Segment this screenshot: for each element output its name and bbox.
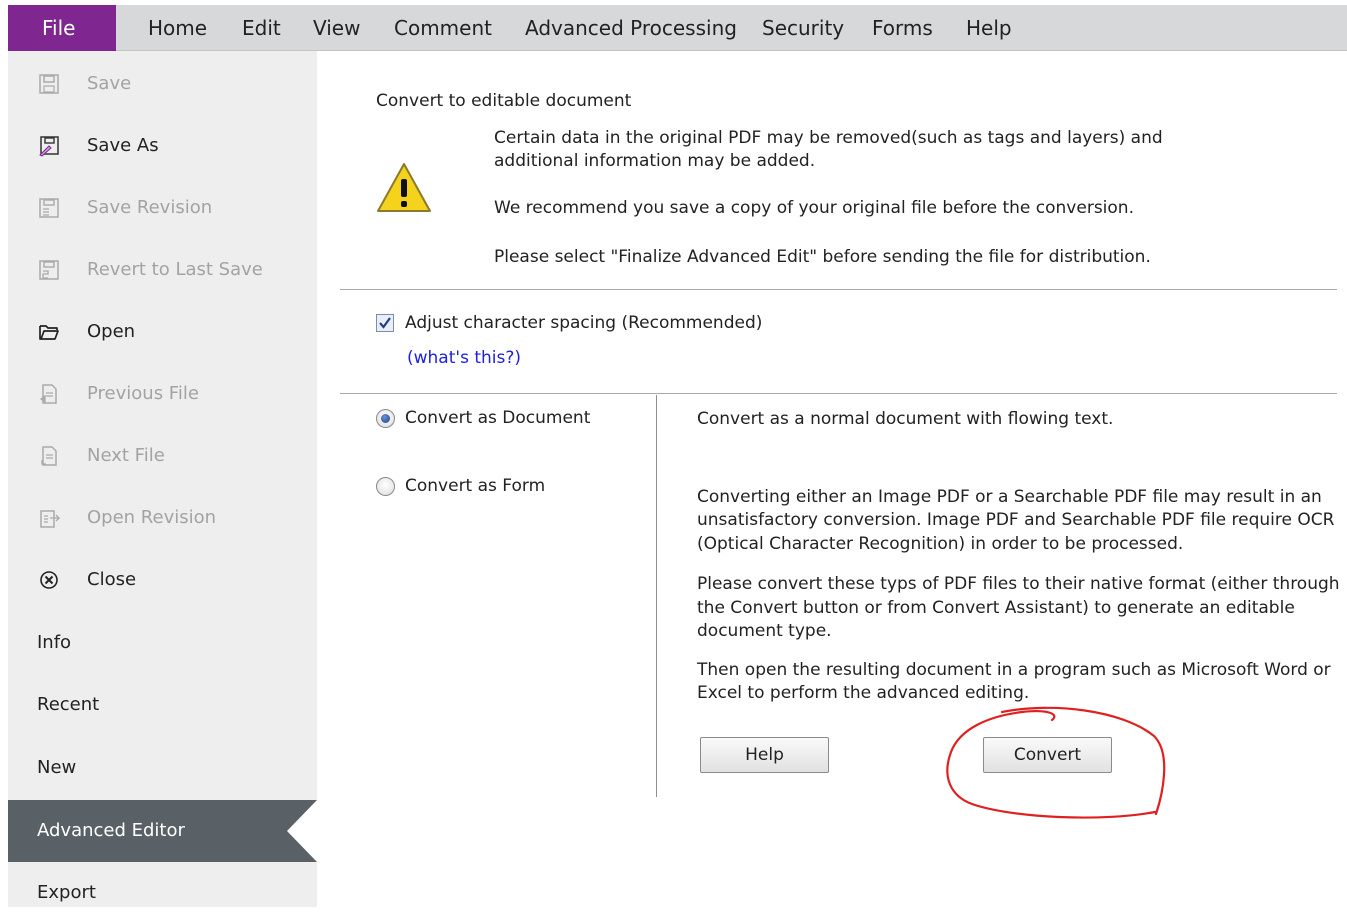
whats-this-link[interactable]: (what's this?)	[407, 348, 521, 368]
sidebar-item-next-file[interactable]: Next File	[8, 425, 317, 487]
adjust-spacing-checkbox[interactable]	[376, 314, 394, 332]
description-p1: Convert as a normal document with flowin…	[697, 409, 1114, 429]
active-indicator	[287, 800, 317, 862]
menu-forms[interactable]: Forms	[872, 5, 933, 51]
menu-view[interactable]: View	[313, 5, 360, 51]
sidebar-item-new[interactable]: New	[8, 737, 317, 799]
sidebar-item-label: Save As	[87, 135, 159, 156]
description-p4-line1: Then open the resulting document in a pr…	[697, 660, 1331, 680]
warning-icon	[377, 163, 431, 212]
menu-home[interactable]: Home	[148, 5, 207, 51]
description-p3-line3: document type.	[697, 621, 832, 641]
description-p3-line1: Please convert these typs of PDF files t…	[697, 574, 1340, 594]
description-p2-line1: Converting either an Image PDF or a Sear…	[697, 487, 1322, 507]
sidebar-item-close[interactable]: Close	[8, 549, 317, 611]
warning-line-4: Please select "Finalize Advanced Edit" b…	[494, 247, 1151, 267]
menu-bar: File Home Edit View Comment Advanced Pro…	[8, 5, 1347, 51]
sidebar-item-open-revision[interactable]: Open Revision	[8, 487, 317, 549]
convert-as-document-radio[interactable]	[376, 409, 395, 428]
save-icon	[39, 74, 59, 94]
sidebar-item-info[interactable]: Info	[8, 612, 317, 674]
sidebar-item-label: Close	[87, 569, 137, 590]
backstage-sidebar: Save Save As Save Revision Revert to Las…	[8, 51, 317, 907]
description-p2-line2: unsatisfactory conversion. Image PDF and…	[697, 510, 1335, 530]
sidebar-item-revert[interactable]: Revert to Last Save	[8, 239, 317, 301]
warning-line-1: Certain data in the original PDF may be …	[494, 128, 1163, 148]
help-button[interactable]: Help	[700, 737, 829, 773]
sidebar-item-save[interactable]: Save	[8, 53, 317, 115]
sidebar-item-label: Save	[87, 73, 132, 94]
sidebar-item-label: Revert to Last Save	[87, 259, 263, 280]
menu-security[interactable]: Security	[762, 5, 844, 51]
sidebar-item-advanced-editor[interactable]: Advanced Editor	[8, 800, 317, 862]
sidebar-item-previous-file[interactable]: Previous File	[8, 363, 317, 425]
radio-selected-dot	[381, 414, 390, 423]
convert-as-document-label[interactable]: Convert as Document	[405, 408, 590, 428]
sidebar-item-recent[interactable]: Recent	[8, 674, 317, 736]
description-p2-line3: (Optical Character Recognition) in order…	[697, 534, 1184, 554]
convert-panel: Convert to editable document Certain dat…	[317, 51, 1347, 907]
sidebar-item-label: Previous File	[87, 383, 199, 404]
file-tab[interactable]: File	[8, 5, 116, 51]
sidebar-item-open[interactable]: Open	[8, 301, 317, 363]
sidebar-item-save-revision[interactable]: Save Revision	[8, 177, 317, 239]
description-p3-line2: the Convert button or from Convert Assis…	[697, 598, 1295, 618]
sidebar-item-label: Next File	[87, 445, 165, 466]
sidebar-item-label: New	[37, 757, 77, 778]
whats-this-link-text[interactable]: (what's this?)	[407, 348, 521, 368]
menu-help[interactable]: Help	[966, 5, 1012, 51]
next-file-icon	[41, 446, 57, 466]
sidebar-item-save-as[interactable]: Save As	[8, 115, 317, 177]
warning-line-3: We recommend you save a copy of your ori…	[494, 198, 1134, 218]
previous-file-icon	[39, 384, 57, 404]
save-revision-icon	[39, 198, 59, 218]
sidebar-item-label: Recent	[37, 694, 100, 715]
sidebar-item-label: Save Revision	[87, 197, 213, 218]
save-as-icon	[39, 136, 59, 157]
sidebar-item-label: Info	[37, 632, 72, 653]
sidebar-item-label: Open Revision	[87, 507, 217, 528]
divider	[340, 393, 1337, 394]
menu-advanced-processing[interactable]: Advanced Processing	[525, 5, 737, 51]
sidebar-item-label: Open	[87, 321, 136, 342]
sidebar-item-export[interactable]: Export	[8, 862, 317, 924]
menu-comment[interactable]: Comment	[394, 5, 492, 51]
sidebar-item-label: Export	[37, 882, 96, 903]
checkmark-icon	[379, 317, 391, 329]
divider	[340, 289, 1337, 290]
menu-edit[interactable]: Edit	[242, 5, 281, 51]
sidebar-item-label: Advanced Editor	[37, 820, 185, 841]
convert-as-form-radio[interactable]	[376, 477, 395, 496]
panel-heading: Convert to editable document	[376, 91, 632, 111]
red-annotation-circle	[946, 706, 1166, 819]
description-p4-line2: Excel to perform the advanced editing.	[697, 683, 1030, 703]
close-circle-icon	[40, 571, 58, 589]
convert-as-form-label[interactable]: Convert as Form	[405, 476, 545, 496]
warning-line-2: additional information may be added.	[494, 151, 816, 171]
vertical-divider	[656, 395, 657, 797]
open-revision-icon	[40, 510, 60, 528]
folder-open-icon	[39, 325, 59, 340]
adjust-spacing-label[interactable]: Adjust character spacing (Recommended)	[405, 313, 762, 333]
revert-icon	[39, 260, 59, 280]
